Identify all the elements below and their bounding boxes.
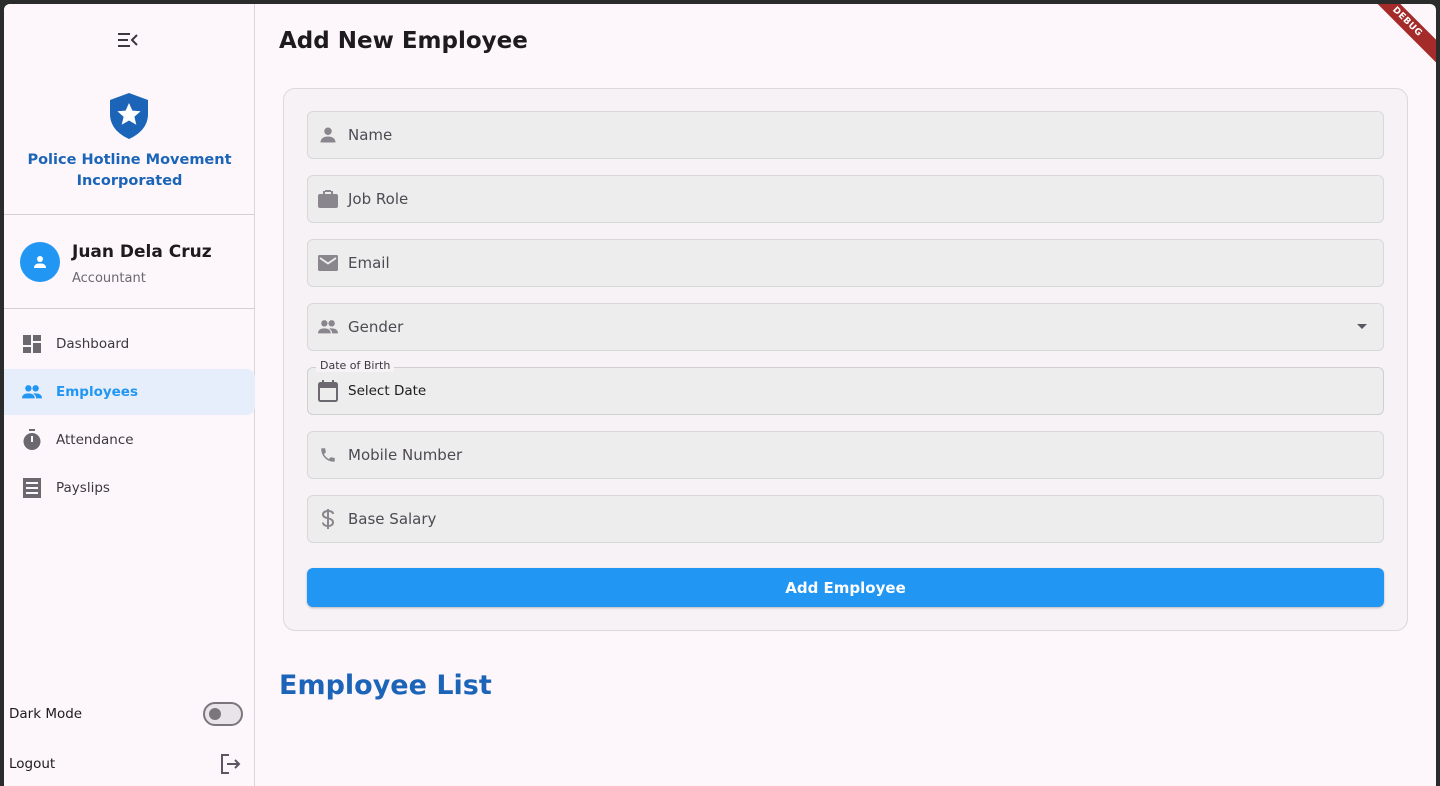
person-icon (318, 125, 338, 145)
mail-icon (318, 253, 338, 273)
logout-row[interactable]: Logout (9, 749, 243, 779)
gender-select[interactable]: Gender (307, 303, 1384, 351)
sidebar-nav: Dashboard Employees Attendance Payslips (4, 321, 255, 513)
mobile-number-placeholder: Mobile Number (348, 446, 463, 464)
logout-icon[interactable] (219, 752, 243, 776)
dollar-icon (318, 509, 338, 529)
sidebar-item-attendance[interactable]: Attendance (4, 417, 255, 463)
name-field[interactable]: Name (307, 111, 1384, 159)
gender-placeholder: Gender (348, 318, 404, 336)
people-icon (22, 382, 42, 402)
job-role-field[interactable]: Job Role (307, 175, 1384, 223)
base-salary-placeholder: Base Salary (348, 510, 437, 528)
profile-role: Accountant (72, 271, 146, 286)
toggle-knob (209, 708, 221, 720)
people-icon (318, 317, 338, 337)
avatar (20, 242, 60, 282)
sidebar-item-employees[interactable]: Employees (4, 369, 255, 415)
email-field[interactable]: Email (307, 239, 1384, 287)
sidebar-item-label: Employees (56, 384, 139, 400)
brand-name: Police Hotline Movement Incorporated (27, 152, 232, 189)
police-shield-icon (108, 92, 150, 140)
sidebar-item-label: Attendance (56, 432, 134, 448)
sidebar: Police Hotline Movement Incorporated Jua… (4, 4, 255, 786)
profile-name: Juan Dela Cruz (72, 242, 212, 262)
email-placeholder: Email (348, 254, 390, 272)
sidebar-item-payslips[interactable]: Payslips (4, 465, 255, 511)
main-content: Add New Employee Name Job Role Email Gen… (255, 4, 1436, 786)
job-role-placeholder: Job Role (348, 190, 409, 208)
app-window: Police Hotline Movement Incorporated Jua… (4, 4, 1436, 786)
name-placeholder: Name (348, 126, 393, 144)
dark-mode-row: Dark Mode (9, 699, 243, 729)
logout-label[interactable]: Logout (9, 756, 55, 772)
sidebar-item-dashboard[interactable]: Dashboard (4, 321, 255, 367)
person-icon (34, 256, 46, 268)
date-of-birth-value: Select Date (348, 383, 427, 399)
phone-icon (318, 445, 338, 465)
date-of-birth-label: Date of Birth (316, 359, 395, 372)
dropdown-arrow-icon[interactable] (1357, 324, 1367, 329)
dark-mode-label: Dark Mode (9, 706, 83, 722)
add-employee-button[interactable]: Add Employee (307, 568, 1384, 607)
mobile-number-field[interactable]: Mobile Number (307, 431, 1384, 479)
sidebar-divider (4, 214, 255, 215)
employee-list-title: Employee List (279, 670, 492, 701)
dark-mode-toggle[interactable] (203, 702, 243, 726)
date-of-birth-field[interactable]: Date of Birth Select Date (307, 359, 1384, 415)
receipt-icon (22, 478, 42, 498)
menu-collapse-icon[interactable] (116, 28, 140, 52)
page-title: Add New Employee (279, 28, 528, 54)
sidebar-item-label: Dashboard (56, 336, 130, 352)
briefcase-icon (318, 189, 338, 209)
dashboard-icon (22, 334, 42, 354)
add-employee-form: Name Job Role Email Gender Date of Birth… (283, 88, 1408, 631)
timer-icon (22, 429, 42, 450)
calendar-icon (318, 380, 338, 402)
sidebar-item-label: Payslips (56, 480, 110, 496)
user-profile: Juan Dela Cruz Accountant (20, 242, 250, 286)
sidebar-divider (4, 308, 255, 309)
base-salary-field[interactable]: Base Salary (307, 495, 1384, 543)
